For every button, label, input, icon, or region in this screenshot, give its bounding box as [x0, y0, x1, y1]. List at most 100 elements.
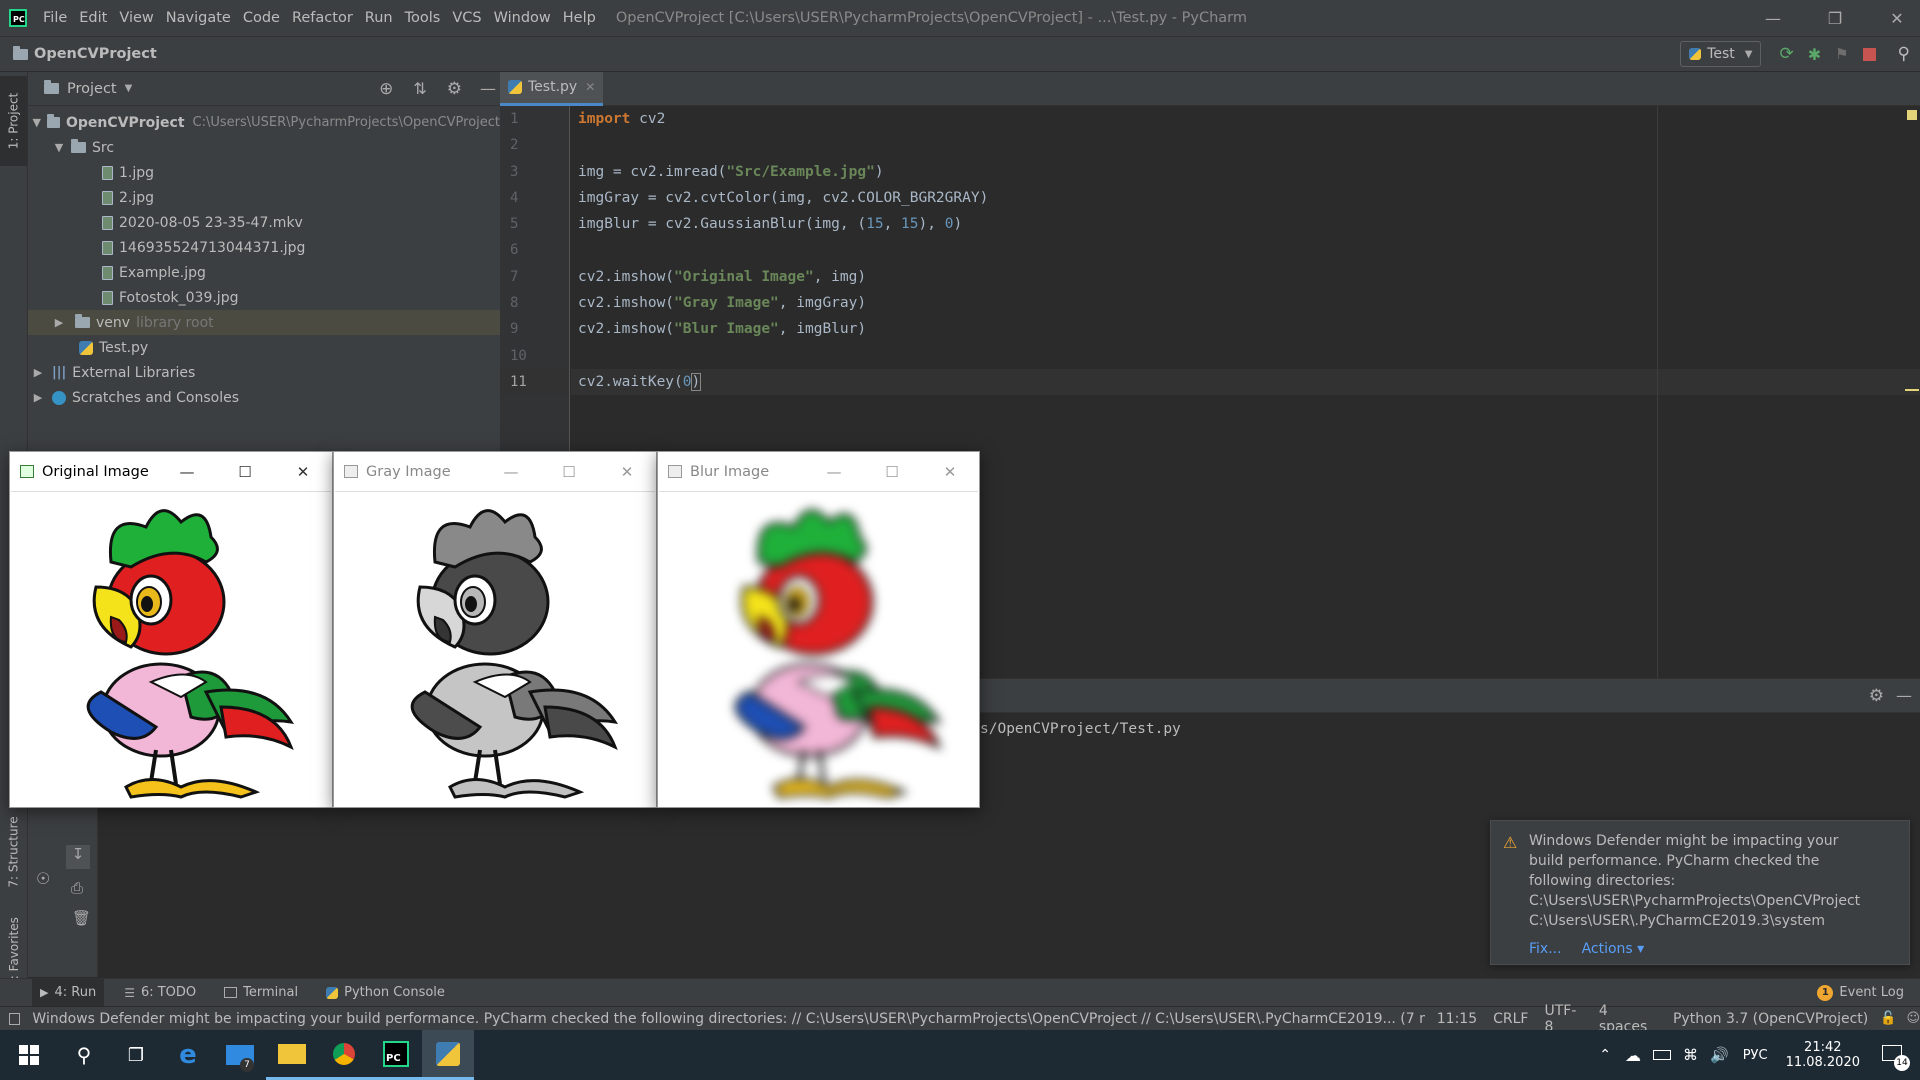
tree-item-src[interactable]: ▼ Src: [28, 135, 500, 160]
menu-tools[interactable]: Tools: [399, 10, 447, 26]
menu-code[interactable]: Code: [237, 10, 286, 26]
run-config-selector[interactable]: Test ▼: [1680, 41, 1762, 67]
caret-position[interactable]: 11:15: [1437, 1011, 1477, 1027]
wifi-icon[interactable]: ⌘: [1683, 1046, 1698, 1064]
tree-item-venv[interactable]: ▶ venv library root: [28, 310, 500, 335]
close-icon[interactable]: ✕: [1874, 0, 1920, 36]
tab-terminal[interactable]: Terminal: [216, 985, 306, 1000]
inspection-marker-icon[interactable]: [1907, 110, 1917, 120]
file-explorer-icon[interactable]: [266, 1030, 318, 1080]
maximize-icon[interactable]: ☐: [863, 463, 921, 481]
search-icon[interactable]: ⚲: [58, 1030, 110, 1080]
structure-tool-tab[interactable]: 7: Structure: [0, 812, 27, 892]
gear-icon[interactable]: ⚙: [447, 79, 462, 99]
menu-file[interactable]: File: [37, 10, 73, 26]
expand-arrow-icon[interactable]: ▼: [30, 116, 43, 129]
tree-item-file[interactable]: Example.jpg: [28, 260, 500, 285]
tree-item-file[interactable]: 1.jpg: [28, 160, 500, 185]
status-message[interactable]: Windows Defender might be impacting your…: [32, 1011, 1424, 1027]
maximize-icon[interactable]: ☐: [540, 463, 598, 481]
clock[interactable]: 21:42 11.08.2020: [1786, 1040, 1860, 1070]
window-title-bar[interactable]: Blur Image — ☐ ✕: [658, 452, 979, 491]
chevron-down-icon[interactable]: ▼: [125, 83, 133, 94]
close-icon[interactable]: ✕: [921, 463, 979, 481]
line-separator[interactable]: CRLF: [1493, 1011, 1528, 1027]
menu-navigate[interactable]: Navigate: [160, 10, 237, 26]
pin-icon[interactable]: ☉: [36, 869, 50, 888]
tree-item-file[interactable]: 146935524713044371.jpg: [28, 235, 500, 260]
volume-icon[interactable]: 🔊: [1710, 1046, 1729, 1064]
task-view-icon[interactable]: ❐: [110, 1030, 162, 1080]
actions-link[interactable]: Actions ▾: [1582, 939, 1645, 959]
tree-item-scratches[interactable]: ▶ Scratches and Consoles: [28, 385, 500, 410]
window-title-bar[interactable]: Gray Image — ☐ ✕: [334, 452, 656, 491]
edge-icon[interactable]: e: [162, 1030, 214, 1080]
action-center-icon[interactable]: 14: [1882, 1045, 1910, 1071]
menu-vcs[interactable]: VCS: [446, 10, 487, 26]
close-icon[interactable]: ✕: [274, 463, 332, 481]
expand-arrow-icon[interactable]: ▶: [30, 366, 46, 379]
gray-image-window[interactable]: Gray Image — ☐ ✕: [333, 451, 657, 808]
menu-help[interactable]: Help: [557, 10, 602, 26]
language-indicator[interactable]: РУС: [1743, 1048, 1768, 1063]
tree-item-file[interactable]: Fotostok_039.jpg: [28, 285, 500, 310]
tab-todo[interactable]: ☰ 6: TODO: [116, 985, 204, 1000]
pycharm-taskbar-icon[interactable]: PC: [370, 1030, 422, 1080]
search-icon[interactable]: ⚲: [1898, 44, 1910, 64]
tree-item-test-py[interactable]: Test.py: [28, 335, 500, 360]
tab-test-py[interactable]: Test.py ✕: [500, 71, 604, 106]
minimize-icon[interactable]: —: [1750, 0, 1796, 36]
start-button[interactable]: [0, 1030, 58, 1080]
interpreter-selector[interactable]: Python 3.7 (OpenCVProject): [1673, 1011, 1868, 1027]
locate-icon[interactable]: ⊕: [379, 79, 393, 99]
expand-arrow-icon[interactable]: ▼: [51, 141, 67, 154]
expand-arrow-icon[interactable]: ▶: [51, 316, 67, 329]
hide-panel-icon[interactable]: —: [1896, 686, 1912, 705]
status-toggle-icon[interactable]: [9, 1012, 21, 1025]
hide-panel-icon[interactable]: —: [480, 79, 496, 98]
mail-icon[interactable]: 7: [214, 1030, 266, 1080]
gear-icon[interactable]: ⚙: [1869, 686, 1884, 706]
chevron-up-icon[interactable]: ⌃: [1599, 1047, 1611, 1063]
minimize-icon[interactable]: —: [482, 463, 540, 481]
close-tab-icon[interactable]: ✕: [585, 80, 595, 94]
inspector-icon[interactable]: ☺: [1906, 1011, 1920, 1026]
rerun-icon[interactable]: ⟳: [1779, 44, 1793, 64]
lock-icon[interactable]: 🔓: [1880, 1011, 1896, 1026]
breadcrumb-project[interactable]: OpenCVProject: [34, 46, 157, 62]
tree-item-root[interactable]: ▼ OpenCVProject C:\Users\USER\PycharmPro…: [28, 110, 500, 135]
menu-edit[interactable]: Edit: [73, 10, 113, 26]
tree-item-file[interactable]: 2.jpg: [28, 185, 500, 210]
close-icon[interactable]: ✕: [598, 463, 656, 481]
menu-run[interactable]: Run: [359, 10, 399, 26]
tree-item-external-libraries[interactable]: ▶ ||| External Libraries: [28, 360, 500, 385]
print-icon[interactable]: ⎙: [71, 879, 83, 897]
python-taskbar-icon[interactable]: [422, 1030, 474, 1080]
tree-item-file[interactable]: 2020-08-05 23-35-47.mkv: [28, 210, 500, 235]
blur-image-window[interactable]: Blur Image — ☐ ✕: [657, 451, 980, 808]
collapse-all-icon[interactable]: ⇅: [413, 79, 426, 98]
expand-arrow-icon[interactable]: ▶: [30, 391, 46, 404]
maximize-icon[interactable]: ☐: [216, 463, 274, 481]
menu-window[interactable]: Window: [488, 10, 557, 26]
fix-link[interactable]: Fix...: [1529, 939, 1562, 959]
project-view-selector[interactable]: Project: [67, 81, 117, 97]
menu-view[interactable]: View: [113, 10, 159, 26]
stop-icon[interactable]: [1862, 47, 1876, 61]
run-output[interactable]: s/OpenCVProject/Test.py: [980, 721, 1181, 737]
coverage-icon[interactable]: ⚑: [1835, 45, 1848, 63]
debug-icon[interactable]: ✱: [1808, 45, 1821, 64]
menu-refactor[interactable]: Refactor: [286, 10, 359, 26]
tab-event-log[interactable]: 1 Event Log: [1817, 984, 1904, 1001]
battery-icon[interactable]: [1653, 1050, 1672, 1060]
minimize-icon[interactable]: —: [805, 463, 863, 481]
restore-icon[interactable]: ❐: [1812, 0, 1858, 36]
original-image-window[interactable]: Original Image — ☐ ✕: [9, 451, 333, 808]
minimize-icon[interactable]: —: [158, 463, 216, 481]
tab-run[interactable]: ▶ 4: Run: [32, 979, 105, 1006]
cloud-icon[interactable]: ☁: [1625, 1046, 1641, 1065]
tab-python-console[interactable]: Python Console: [318, 985, 453, 1000]
trash-icon[interactable]: 🗑: [72, 909, 91, 927]
window-title-bar[interactable]: Original Image — ☐ ✕: [10, 452, 332, 491]
scroll-to-end-icon[interactable]: ↧: [66, 845, 90, 869]
